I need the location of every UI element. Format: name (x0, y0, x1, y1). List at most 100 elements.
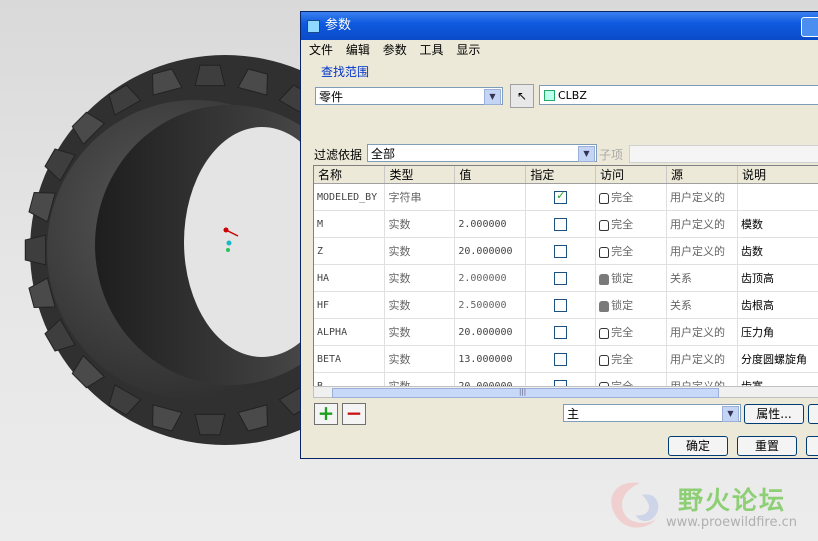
param-type[interactable]: 实数 (384, 237, 456, 265)
param-source[interactable]: 用户定义的 (666, 183, 739, 211)
table-row[interactable]: BETA 实数 13.000000 完全 用户定义的 分度圆螺旋角 (314, 345, 818, 373)
param-description[interactable]: 齿顶高 (737, 264, 818, 292)
param-name[interactable]: HF (314, 291, 386, 319)
param-access[interactable]: 锁定 (595, 264, 668, 292)
param-value[interactable]: 2.500000 (454, 291, 527, 319)
delete-parameter-button[interactable]: − (342, 403, 366, 425)
param-access[interactable]: 完全 (595, 237, 668, 265)
param-type[interactable]: 实数 (384, 345, 456, 373)
table-row[interactable]: HA 实数 2.000000 锁定 关系 齿顶高 (314, 264, 818, 292)
param-value[interactable]: 2.000000 (454, 210, 527, 238)
param-access[interactable]: 完全 (595, 183, 668, 211)
designated-checkbox[interactable] (554, 189, 568, 204)
table-row[interactable]: MODELED_BY字符串 完全 用户定义的 (314, 183, 818, 211)
filter-select[interactable]: 全部 ▼ (367, 144, 597, 162)
col-type[interactable]: 类型 (384, 166, 456, 184)
col-description[interactable]: 说明 (737, 166, 818, 184)
dialog-titlebar[interactable]: 参数 (301, 12, 818, 40)
object-type-select[interactable]: 零件 ▼ (315, 87, 503, 105)
menu-tools[interactable]: 工具 (420, 43, 444, 57)
param-description[interactable]: 齿根高 (737, 291, 818, 319)
chevron-down-icon[interactable]: ▼ (484, 89, 501, 105)
param-name[interactable]: HA (314, 264, 386, 292)
col-designated[interactable]: 指定 (525, 166, 597, 184)
param-description[interactable]: 齿数 (737, 237, 818, 265)
param-source[interactable]: 用户定义的 (666, 318, 739, 346)
param-access[interactable]: 完全 (595, 210, 668, 238)
table-row[interactable]: HF 实数 2.500000 锁定 关系 齿根高 (314, 291, 818, 319)
param-value[interactable]: 20.000000 (454, 237, 527, 265)
menu-parameters[interactable]: 参数 (383, 43, 407, 57)
table-icon-button[interactable] (808, 404, 818, 424)
designated-checkbox[interactable] (554, 325, 568, 339)
menu-display[interactable]: 显示 (456, 43, 480, 57)
designated-checkbox[interactable] (554, 217, 568, 231)
param-type[interactable]: 实数 (384, 264, 456, 292)
col-source[interactable]: 源 (666, 166, 739, 184)
param-type[interactable]: 实数 (384, 210, 456, 238)
param-name[interactable]: Z (314, 237, 386, 265)
menu-bar: 文件 编辑 参数 工具 显示 (301, 40, 818, 60)
menu-file[interactable]: 文件 (309, 43, 333, 57)
param-source[interactable]: 用户定义的 (666, 210, 739, 238)
cursor-arrow-icon: ↖ (516, 89, 528, 103)
param-source[interactable]: 用户定义的 (666, 237, 739, 265)
add-parameter-button[interactable]: + (314, 403, 338, 425)
param-value[interactable]: 20.000000 (454, 318, 527, 346)
designated-checkbox[interactable] (554, 244, 568, 258)
param-designated[interactable] (525, 237, 597, 265)
select-pointer-button[interactable]: ↖ (510, 84, 534, 108)
param-designated[interactable] (525, 318, 597, 346)
param-value[interactable]: 2.000000 (454, 264, 527, 292)
unlock-icon (599, 246, 610, 258)
col-name[interactable]: 名称 (314, 166, 386, 184)
param-description[interactable]: 分度圆螺旋角 (737, 345, 818, 373)
param-source[interactable]: 关系 (666, 264, 739, 292)
chevron-down-icon[interactable]: ▼ (578, 146, 595, 162)
param-name[interactable]: ALPHA (314, 318, 386, 346)
main-select[interactable]: 主 ▼ (563, 404, 741, 422)
param-value[interactable] (454, 183, 527, 211)
unlock-icon (599, 219, 610, 231)
param-description[interactable]: 模数 (737, 210, 818, 238)
param-designated[interactable] (525, 183, 597, 211)
menu-edit[interactable]: 编辑 (346, 43, 370, 57)
reset-button[interactable]: 重置 (737, 436, 797, 456)
param-access[interactable]: 完全 (595, 318, 668, 346)
param-designated[interactable] (525, 210, 597, 238)
properties-button[interactable]: 属性... (744, 404, 804, 424)
param-type[interactable]: 字符串 (384, 183, 456, 211)
param-access[interactable]: 完全 (595, 345, 668, 373)
param-type[interactable]: 实数 (384, 291, 456, 319)
designated-checkbox[interactable] (554, 352, 568, 366)
param-description[interactable]: 压力角 (737, 318, 818, 346)
horizontal-scrollbar[interactable]: ||| (313, 386, 818, 398)
param-description[interactable] (737, 183, 818, 211)
col-value[interactable]: 值 (454, 166, 527, 184)
table-row[interactable]: ALPHA 实数 20.000000 完全 用户定义的 压力角 (314, 318, 818, 346)
param-designated[interactable] (525, 264, 597, 292)
cancel-button[interactable] (806, 436, 818, 456)
param-access[interactable]: 锁定 (595, 291, 668, 319)
model-name-field[interactable]: CLBZ (539, 85, 818, 105)
chevron-down-icon[interactable]: ▼ (722, 406, 739, 422)
param-designated[interactable] (525, 291, 597, 319)
designated-checkbox[interactable] (554, 271, 568, 285)
param-value[interactable]: 13.000000 (454, 345, 527, 373)
table-row[interactable]: M 实数 2.000000 完全 用户定义的 模数 (314, 210, 818, 238)
main-select-value: 主 (567, 407, 580, 421)
param-designated[interactable] (525, 345, 597, 373)
col-access[interactable]: 访问 (595, 166, 668, 184)
close-button[interactable] (801, 17, 818, 37)
param-name[interactable]: MODELED_BY (314, 183, 386, 211)
param-source[interactable]: 关系 (666, 291, 739, 319)
param-type[interactable]: 实数 (384, 318, 456, 346)
unlock-icon (599, 192, 610, 204)
table-row[interactable]: Z 实数 20.000000 完全 用户定义的 齿数 (314, 237, 818, 265)
param-name[interactable]: BETA (314, 345, 386, 373)
table-body: MODELED_BY字符串完全用户定义的M实数2.000000完全用户定义的模数… (314, 183, 818, 388)
ok-button[interactable]: 确定 (668, 436, 728, 456)
designated-checkbox[interactable] (554, 298, 568, 312)
param-name[interactable]: M (314, 210, 386, 238)
param-source[interactable]: 用户定义的 (666, 345, 739, 373)
